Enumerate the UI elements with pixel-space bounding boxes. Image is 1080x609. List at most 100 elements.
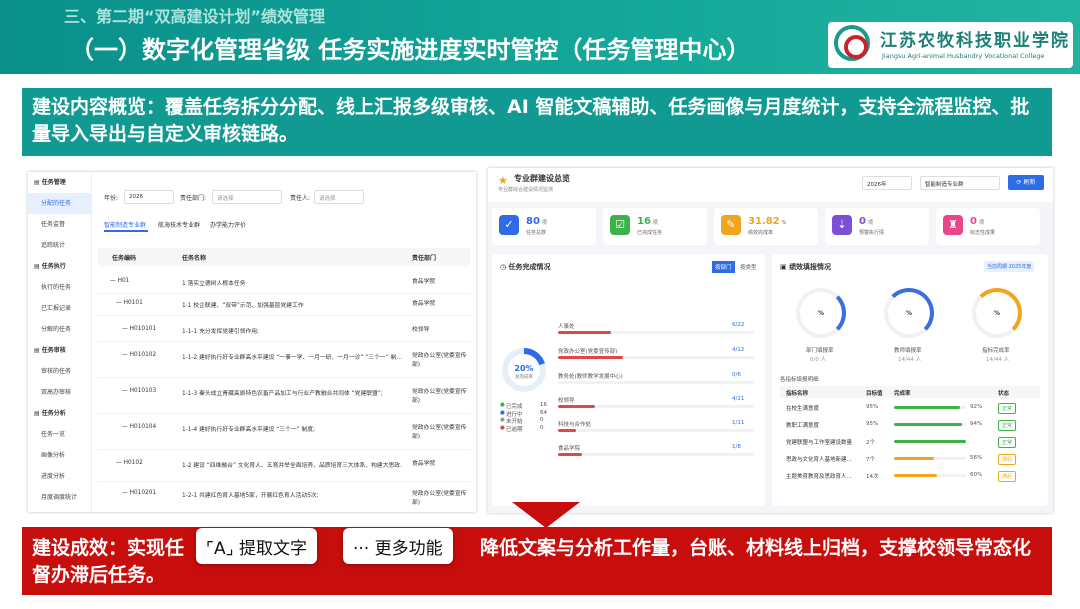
gauge-name: 部门填报率 [806, 348, 834, 354]
stat-icon: ⇣ [832, 215, 852, 235]
legend-value: 0 [540, 417, 544, 423]
task-dept: 党政办公室(党委宣传部) [412, 353, 467, 368]
stat-number: 0 [970, 216, 977, 227]
metric-target: 95% [866, 404, 879, 410]
status-badge: 滞后 [998, 471, 1017, 482]
school-name-en: Jiangsu Agri-animal Husbandry Vocational… [882, 52, 1045, 60]
sidebar-item[interactable]: 追踪统计 [28, 235, 91, 256]
stat-icon: ☑ [610, 215, 630, 235]
stat-unit: % [781, 220, 787, 226]
table-row[interactable]: — H010102 1-1-2 建好执行好专业群高水平建设 “一事一学、一月一研、… [98, 348, 470, 378]
sidebar-group[interactable]: ▤ 任务执行 [28, 256, 91, 277]
more-features-button[interactable]: ··· 更多功能 [343, 528, 453, 564]
task-name: 1-1-3 秦头成立青藏高原特色农畜产品加工与行业产教融合共同体 “党建联盟”; [182, 391, 383, 397]
sidebar-item[interactable]: 执行的任务 [28, 277, 91, 298]
sidebar-group[interactable]: ▤ 任务分析 [28, 403, 91, 424]
gauge-ring: % [884, 288, 934, 338]
sidebar-item[interactable]: 分配的任务 [28, 193, 91, 214]
sidebar-item[interactable]: 双高办审核 [28, 382, 91, 403]
metric-target: 2个 [866, 440, 875, 446]
donut-percent: 20% [514, 364, 534, 373]
sidebar-item[interactable]: 已汇报记录 [28, 298, 91, 319]
dashboard-screenshot: ★ 专业群建设总览 专业群综合建设情况监测 2026年 智能制造专业群 ⟳ 刷新… [488, 168, 1053, 513]
school-name-cn: 江苏农牧科技职业学院 [880, 31, 1070, 51]
sidebar-item[interactable]: 任务一览 [28, 424, 91, 445]
metric-name: 思政与文化育人基地新建… [786, 457, 853, 463]
tab-navigation[interactable]: 航海技术专业群 [158, 220, 200, 229]
sidebar-item[interactable]: 分解的任务 [28, 319, 91, 340]
tab-smart-manufacturing[interactable]: 智能制造专业群 [104, 220, 146, 229]
period-tag: 当前周期 2025年度 [984, 261, 1035, 272]
table-row[interactable]: — H010201 1-2-1 共建红色育人基地5家，开展红色育人活动5次; 党政办… [98, 486, 470, 512]
gauge-ring: % [972, 288, 1022, 338]
more-dots-icon: ··· [353, 539, 370, 559]
tab-capability[interactable]: 办学能力评价 [210, 220, 246, 229]
dept-select[interactable]: 请选择 [212, 190, 282, 204]
task-name: 1-2 建设 “四维融合” 文化育人、五育并举全面培养、品质培育三大体系、构建大… [182, 463, 402, 469]
stat-unit: 项 [867, 220, 873, 226]
perf-title-text: 绩效填报情况 [789, 263, 832, 271]
task-name: 1-2-1 共建红色育人基地5家，开展红色育人活动5次; [182, 493, 319, 499]
outcome-label: 建设成效： [32, 537, 128, 559]
task-dept: 食品学院 [412, 301, 436, 307]
year-dropdown[interactable]: 2026年 [862, 176, 912, 190]
mcol-rate: 完成率 [894, 391, 911, 397]
table-row[interactable]: — H0101 1-1 校企联建、“双带”示范、加强基层党建工作 食品学院 [98, 296, 470, 316]
down-arrow [512, 502, 580, 528]
sidebar-item[interactable]: 月度调度统计 [28, 487, 91, 508]
metric-subtitle: 各指标填报明细 [780, 377, 819, 383]
person-select[interactable]: 请选择 [314, 190, 364, 204]
dept-count: 0/6 [732, 372, 741, 378]
gauge-sub: 14/44 人 [898, 357, 922, 363]
dept-count: 4/21 [732, 396, 745, 402]
sidebar-group-label: 任务管理 [41, 179, 66, 186]
table-row[interactable]: — H0102 1-2 建设 “四维融合” 文化育人、五育并举全面培养、品质培育三… [98, 456, 470, 482]
by-type-button[interactable]: 按类型 [738, 261, 759, 273]
dept-name: 教务处(教师教学发展中心) [558, 374, 623, 380]
sidebar-group[interactable]: ▤ 任务管理 [28, 172, 91, 193]
dept-progress-fill [558, 453, 582, 456]
stat-number: 0 [859, 216, 866, 227]
sidebar-item[interactable]: 画像分析 [28, 445, 91, 466]
legend-value: 16 [540, 402, 547, 408]
overview-banner: 建设内容概览：覆盖任务拆分分配、线上汇报多级审核、AI 智能文稿辅助、任务画像与… [22, 88, 1052, 156]
school-emblem-icon [834, 25, 870, 61]
metric-progress-fill [894, 423, 962, 426]
dept-progress-fill [558, 405, 596, 408]
dept-progress-bar [558, 356, 754, 359]
group-dropdown[interactable]: 智能制造专业群 [920, 176, 1000, 190]
dept-count: 1/11 [732, 420, 745, 426]
sidebar-item[interactable]: 进度分析 [28, 466, 91, 487]
stat-label: 绩效完成率 [748, 230, 774, 236]
stat-value: 0项 [859, 216, 873, 227]
table-row[interactable]: — H010104 1-1-4 建好执行好专业群高水平建设 “三个一” 制度; 党政… [98, 420, 470, 450]
stat-value: 31.82% [748, 216, 786, 227]
sidebar-item[interactable]: 任务监督 [28, 214, 91, 235]
status-badge: 正常 [998, 420, 1017, 431]
sidebar-group[interactable]: ▤ 任务审核 [28, 340, 91, 361]
metric-progress-bar [894, 474, 966, 477]
task-dept: 党政办公室(党委宣传部) [412, 389, 467, 404]
metric-progress-bar [894, 457, 966, 460]
scan-text-icon: ⌜A⌟ [206, 539, 234, 559]
by-dept-button[interactable]: 按部门 [712, 261, 735, 273]
extract-text-button[interactable]: ⌜A⌟ 提取文字 [196, 528, 317, 564]
legend-value: 64 [540, 409, 547, 416]
task-title-text: 任务完成情况 [508, 263, 551, 271]
sidebar-item[interactable]: 审核的任务 [28, 361, 91, 382]
dept-progress-bar [558, 405, 754, 408]
dashboard-title: 专业群建设总览 [514, 174, 570, 183]
task-name: 1-1-2 建好执行好专业群高水平建设 “一事一学、一月一研、一月一诊” “三个… [182, 355, 402, 361]
dept-progress-fill [558, 429, 576, 432]
refresh-button[interactable]: ⟳ 刷新 [1008, 175, 1044, 190]
table-row[interactable]: — H010103 1-1-3 秦头成立青藏高原特色农畜产品加工与行业产教融合共同… [98, 384, 470, 414]
page-title: （一）数字化管理省级 任务实施进度实时管控（任务管理中心） [70, 36, 751, 64]
status-badge: 正常 [998, 437, 1017, 448]
stat-number: 31.82 [748, 216, 780, 227]
dept-name: 党政办公室(党委宣传部) [558, 349, 618, 355]
table-row[interactable]: — H010101 1-1-1 充分发挥党建引领作用; 校领导 [98, 322, 470, 342]
year-select[interactable]: 2026 [124, 190, 174, 204]
table-row[interactable]: — H01 1 落实立德树人根本任务 食品学院 [98, 274, 470, 294]
metric-target: 14次 [866, 474, 879, 480]
stat-label: 标志性成果 [970, 230, 996, 236]
